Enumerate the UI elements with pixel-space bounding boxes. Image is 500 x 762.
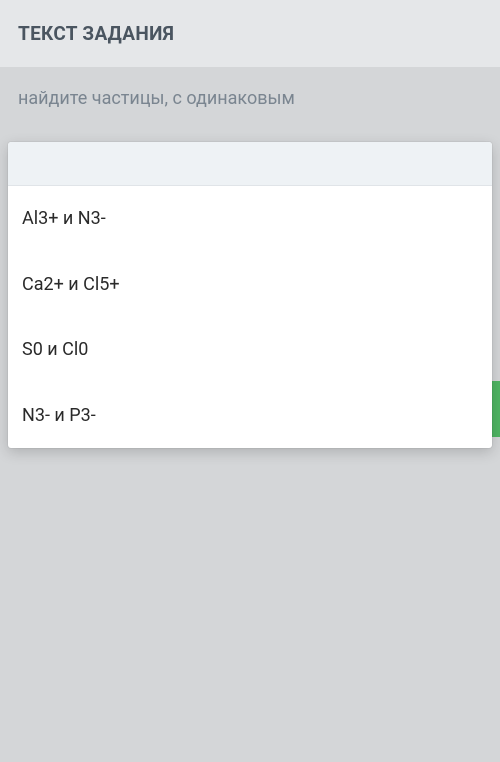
- dropdown-option[interactable]: N3- и P3-: [8, 383, 492, 449]
- task-header-title: ТЕКСТ ЗАДАНИЯ: [18, 22, 482, 45]
- dropdown-search-area[interactable]: [8, 142, 492, 186]
- dropdown-option[interactable]: Ca2+ и Cl5+: [8, 252, 492, 318]
- dropdown-options-list: Al3+ и N3- Ca2+ и Cl5+ S0 и Cl0 N3- и P3…: [8, 186, 492, 448]
- dropdown-option[interactable]: S0 и Cl0: [8, 317, 492, 383]
- dropdown-option[interactable]: Al3+ и N3-: [8, 186, 492, 252]
- question-text: найдите частицы, с одинаковым: [0, 68, 500, 119]
- dropdown-panel: Al3+ и N3- Ca2+ и Cl5+ S0 и Cl0 N3- и P3…: [8, 142, 492, 448]
- task-header: ТЕКСТ ЗАДАНИЯ: [0, 0, 500, 68]
